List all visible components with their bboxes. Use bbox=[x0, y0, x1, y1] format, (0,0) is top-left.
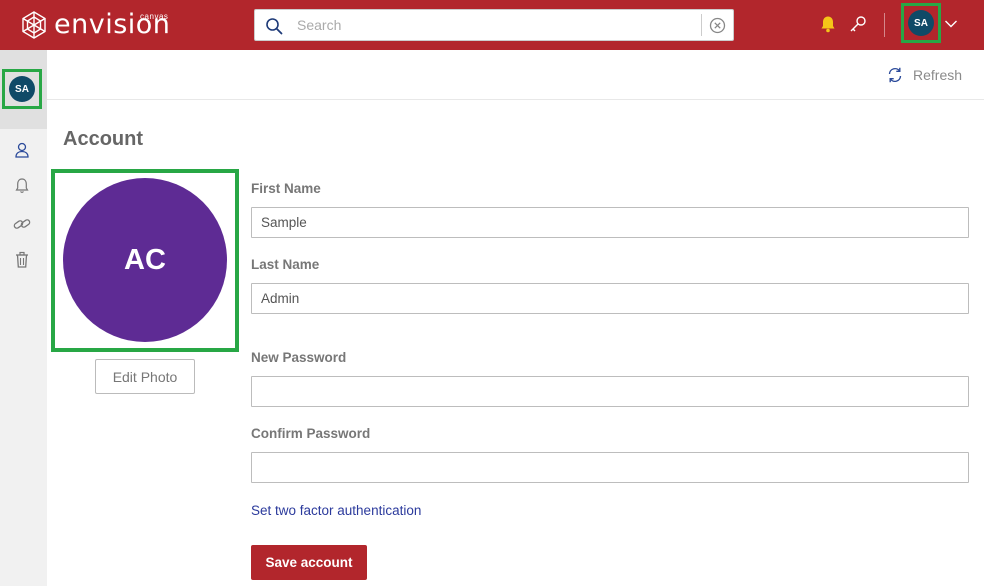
header-divider-line bbox=[47, 99, 984, 100]
header-divider bbox=[884, 13, 885, 37]
first-name-label: First Name bbox=[251, 181, 321, 196]
save-account-button[interactable]: Save account bbox=[251, 545, 367, 580]
user-menu-avatar[interactable]: SA bbox=[901, 3, 941, 43]
brand-logo[interactable]: envision canvas bbox=[20, 10, 170, 40]
search-icon bbox=[266, 18, 283, 35]
link-icon[interactable] bbox=[12, 214, 32, 234]
search-box[interactable] bbox=[254, 9, 734, 41]
user-icon[interactable] bbox=[12, 140, 32, 160]
refresh-button[interactable]: Refresh bbox=[886, 64, 962, 86]
chevron-down-icon[interactable] bbox=[944, 18, 958, 30]
brand-sub: canvas bbox=[140, 12, 169, 21]
edit-photo-button[interactable]: Edit Photo bbox=[95, 359, 195, 394]
last-name-label: Last Name bbox=[251, 257, 320, 272]
page-title: Account bbox=[63, 128, 143, 150]
profile-photo-frame: AC bbox=[51, 169, 239, 352]
trash-icon[interactable] bbox=[12, 250, 32, 270]
refresh-icon bbox=[888, 67, 902, 83]
first-name-field[interactable] bbox=[251, 207, 969, 238]
key-icon[interactable] bbox=[848, 14, 868, 34]
top-bar: envisioncanvas SA bbox=[0, 0, 984, 50]
bell-icon[interactable] bbox=[12, 176, 32, 196]
new-password-field[interactable] bbox=[251, 376, 969, 407]
sidebar: SA bbox=[0, 50, 47, 586]
sidebar-user-panel: SA bbox=[0, 50, 47, 129]
profile-photo[interactable]: AC bbox=[63, 178, 227, 342]
clear-icon[interactable] bbox=[709, 17, 726, 34]
bell-icon[interactable] bbox=[818, 14, 838, 34]
confirm-password-field[interactable] bbox=[251, 452, 969, 483]
avatar: SA bbox=[9, 76, 35, 102]
refresh-label: Refresh bbox=[913, 67, 963, 83]
brand-name: envision canvas bbox=[54, 11, 170, 39]
new-password-label: New Password bbox=[251, 350, 347, 365]
logo-mark-icon bbox=[22, 11, 46, 39]
last-name-field[interactable] bbox=[251, 283, 969, 314]
search-divider bbox=[701, 14, 702, 36]
two-factor-link[interactable]: Set two factor authentication bbox=[251, 503, 421, 518]
sidebar-avatar[interactable]: SA bbox=[2, 69, 42, 109]
search-input[interactable] bbox=[297, 10, 697, 40]
avatar: SA bbox=[908, 10, 934, 36]
confirm-password-label: Confirm Password bbox=[251, 426, 371, 441]
